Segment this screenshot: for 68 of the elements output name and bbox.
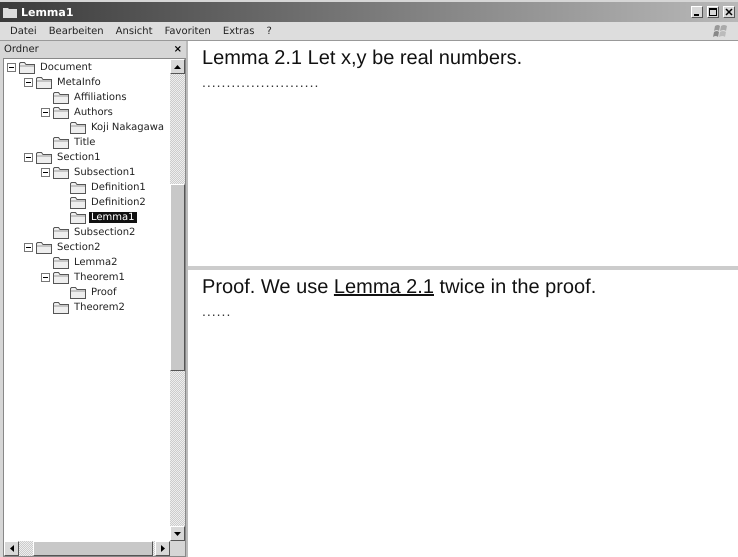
menu-item[interactable]: ? — [260, 26, 278, 36]
folder-icon — [36, 76, 52, 89]
close-button[interactable] — [723, 6, 735, 18]
tree-item[interactable]: Lemma2 — [72, 257, 120, 268]
lemma-link[interactable]: Lemma 2.1 — [334, 276, 434, 298]
folder-icon — [53, 226, 69, 239]
folder-icon — [53, 136, 69, 149]
collapse-icon[interactable] — [24, 153, 33, 162]
folder-icon — [36, 151, 52, 164]
folder-icon — [53, 271, 69, 284]
dotted-line: ...... — [202, 303, 232, 319]
maximize-button[interactable] — [707, 6, 719, 18]
dotted-line: ........................ — [202, 74, 320, 90]
tree-item[interactable]: Koji Nakagawa — [89, 122, 166, 133]
folder-icon — [53, 166, 69, 179]
right-arrow-icon — [160, 545, 164, 552]
panel-title: Ordner — [4, 44, 39, 55]
tree-item[interactable]: Document — [38, 62, 94, 73]
folder-icon — [3, 6, 17, 18]
folder-icon — [53, 91, 69, 104]
up-arrow-icon — [174, 64, 181, 68]
tree-item[interactable]: Section1 — [55, 152, 103, 163]
tree-item[interactable]: MetaInfo — [55, 77, 103, 88]
folder-icon — [53, 106, 69, 119]
folder-icon — [70, 181, 86, 194]
menu-item[interactable]: Datei — [4, 26, 43, 36]
folder-icon — [70, 211, 86, 224]
folder-icon — [53, 301, 69, 314]
tree-item[interactable]: Definition2 — [89, 197, 148, 208]
collapse-icon[interactable] — [41, 168, 50, 177]
proof-text: Proof. We use Lemma 2.1 twice in the proof. — [202, 276, 598, 299]
menu-item[interactable]: Extras — [216, 26, 260, 36]
folder-icon — [19, 61, 35, 74]
menu-item[interactable]: Favoriten — [158, 26, 217, 36]
menu-item[interactable]: Bearbeiten — [42, 26, 110, 36]
tree-item[interactable]: Proof — [89, 287, 119, 298]
tree-item[interactable]: Title — [72, 137, 98, 148]
tree-item[interactable]: Authors — [72, 107, 115, 118]
folder-icon — [70, 286, 86, 299]
collapse-icon[interactable] — [24, 243, 33, 252]
tree-item[interactable]: Theorem2 — [72, 302, 127, 313]
tree-item[interactable]: Subsection2 — [72, 227, 138, 238]
tree-item[interactable]: Section2 — [55, 242, 103, 253]
scrollbar-corner — [170, 541, 185, 556]
tree-item[interactable]: Subsection1 — [72, 167, 138, 178]
collapse-icon[interactable] — [24, 78, 33, 87]
tree-item[interactable]: Affiliations — [72, 92, 129, 103]
tree-item[interactable]: Definition1 — [89, 182, 148, 193]
horizontal-scrollbar[interactable] — [4, 541, 185, 556]
window-title: Lemma1 — [21, 6, 74, 18]
left-arrow-icon — [10, 545, 14, 552]
tree-item[interactable]: Lemma1 — [89, 212, 137, 223]
tree-item[interactable]: Theorem1 — [72, 272, 127, 283]
folder-icon — [70, 196, 86, 209]
collapse-icon[interactable] — [7, 63, 16, 72]
folder-icon — [70, 121, 86, 134]
vertical-scrollbar[interactable] — [170, 59, 185, 541]
lemma-text: Lemma 2.1 Let x,y be real numbers. — [202, 47, 524, 70]
collapse-icon[interactable] — [41, 108, 50, 117]
close-button[interactable]: × — [174, 44, 182, 55]
down-arrow-icon — [174, 532, 181, 536]
maximize-icon — [709, 8, 717, 16]
folder-icon — [53, 256, 69, 269]
menu-item[interactable]: Ansicht — [110, 26, 159, 36]
folder-icon — [36, 241, 52, 254]
collapse-icon[interactable] — [41, 273, 50, 282]
close-icon — [725, 8, 733, 16]
minimize-button[interactable] — [691, 6, 703, 18]
